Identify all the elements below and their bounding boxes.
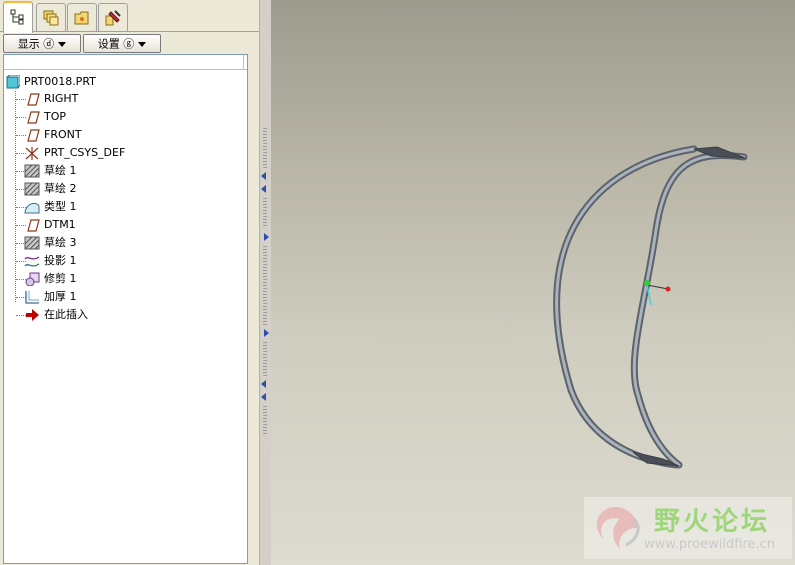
folder-icon: [74, 11, 89, 25]
collapse-left-icon[interactable]: [261, 185, 266, 193]
chevron-down-icon: [138, 41, 147, 47]
tree-root-label: PRT0018.PRT: [24, 75, 96, 88]
trim-icon: [25, 272, 40, 286]
splitter-grip: [263, 198, 267, 228]
tab-layers[interactable]: [36, 3, 66, 31]
watermark-url: www.proewildfire.cn: [644, 537, 775, 552]
tree-item-label: TOP: [44, 110, 67, 123]
model-tree-box: PRT0018.PRT RIGHT TOP FRONT PRT_CSYS_DEF…: [3, 54, 248, 564]
projection-icon: [24, 256, 40, 267]
graphics-viewport[interactable]: 野火论坛 www.proewildfire.cn: [271, 0, 795, 565]
datum-plane-icon: [27, 111, 40, 124]
model-tree-icon: [10, 9, 24, 25]
tree-toolbar: 显示 ⓓ 设置 ⓖ: [0, 33, 259, 53]
sketch-icon: [24, 236, 40, 250]
csys-triad-icon: [644, 280, 671, 306]
sketch-icon: [24, 182, 40, 196]
datum-plane-icon: [27, 93, 40, 106]
splitter-grip: [263, 128, 267, 168]
settings-menu-label: 设置 ⓖ: [97, 37, 135, 51]
tree-item-label: 草绘 3: [44, 236, 77, 249]
splitter-grip: [263, 246, 267, 326]
tab-folder-browser[interactable]: [67, 3, 97, 31]
sketch-icon: [24, 164, 40, 178]
part-icon: [6, 75, 20, 89]
forum-logo-icon: [596, 507, 640, 549]
settings-menu-button[interactable]: 设置 ⓖ: [83, 34, 161, 53]
datum-plane-icon: [27, 219, 40, 232]
splitter-grip: [263, 342, 267, 378]
expand-right-icon[interactable]: [264, 329, 269, 337]
display-menu-button[interactable]: 显示 ⓓ: [3, 34, 81, 53]
thickened-surface-model: [553, 145, 748, 469]
forum-watermark: 野火论坛 www.proewildfire.cn: [584, 497, 792, 559]
tree-item-label: 草绘 2: [44, 182, 77, 195]
tree-item-label: 投影 1: [44, 254, 77, 267]
layers-icon: [43, 10, 59, 26]
tree-item-label: 加厚 1: [44, 290, 77, 303]
tab-favorites-tools[interactable]: [98, 3, 128, 31]
collapse-left-icon[interactable]: [261, 380, 266, 388]
tree-item-label: RIGHT: [44, 92, 79, 105]
display-menu-label: 显示 ⓓ: [17, 37, 55, 51]
csys-icon: [25, 147, 39, 160]
tree-connector: [15, 91, 16, 302]
thicken-icon: [25, 291, 39, 304]
navigator-tabs: [0, 0, 259, 33]
navigator-panel: 显示 ⓓ 设置 ⓖ PRT0018.PRT RIGHT TOP FRONT PR…: [0, 0, 259, 565]
splitter-grip: [263, 406, 267, 436]
datum-plane-icon: [27, 129, 40, 142]
tree-item-label: DTM1: [44, 218, 76, 231]
tree-column-header: [4, 55, 247, 70]
column-resize-handle[interactable]: [243, 55, 247, 69]
boundary-blend-icon: [24, 202, 40, 214]
model-3d-view[interactable]: [271, 0, 795, 565]
tree-item-label: 修剪 1: [44, 272, 77, 285]
tools-icon: [105, 10, 121, 26]
insert-here-arrow-icon: [26, 309, 39, 321]
tab-model-tree[interactable]: [3, 1, 33, 33]
tree-item-label: 类型 1: [44, 200, 77, 213]
tree-item-label: PRT_CSYS_DEF: [44, 146, 126, 159]
collapse-left-icon[interactable]: [261, 172, 266, 180]
tree-item-label: 在此插入: [44, 308, 88, 321]
expand-right-icon[interactable]: [264, 233, 269, 241]
collapse-left-icon[interactable]: [261, 393, 266, 401]
chevron-down-icon: [58, 41, 67, 47]
tree-item-label: 草绘 1: [44, 164, 77, 177]
watermark-title: 野火论坛: [654, 507, 771, 537]
tree-item-label: FRONT: [44, 128, 82, 141]
